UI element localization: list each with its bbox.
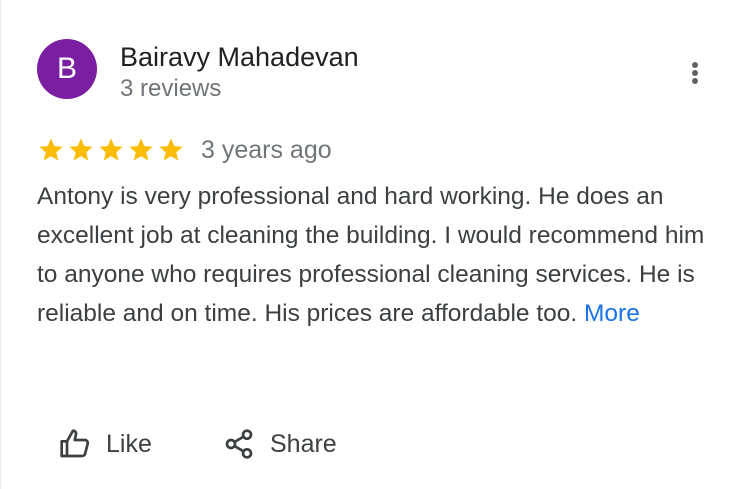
share-label: Share (270, 429, 337, 458)
thumb-up-icon (60, 429, 90, 458)
review-card: B Bairavy Mahadevan 3 reviews 3 years ag… (0, 0, 743, 489)
more-link[interactable]: More (584, 300, 640, 327)
star-icon (129, 138, 153, 161)
share-button[interactable]: Share (223, 422, 337, 466)
star-rating (37, 136, 187, 164)
like-label: Like (106, 429, 152, 458)
review-count[interactable]: 3 reviews (120, 74, 221, 104)
avatar[interactable]: B (37, 39, 97, 99)
reviewer-name[interactable]: Bairavy Mahadevan (120, 41, 359, 73)
review-date: 3 years ago (201, 136, 332, 164)
star-icon (159, 138, 183, 161)
like-button[interactable]: Like (59, 422, 152, 466)
star-icon (39, 138, 63, 161)
more-vert-icon[interactable] (681, 54, 709, 92)
review-text: Antony is very professional and hard wor… (37, 177, 717, 333)
share-icon (225, 429, 253, 459)
star-icon (69, 138, 93, 161)
star-icon (99, 138, 123, 161)
rating-row: 3 years ago (37, 134, 332, 166)
